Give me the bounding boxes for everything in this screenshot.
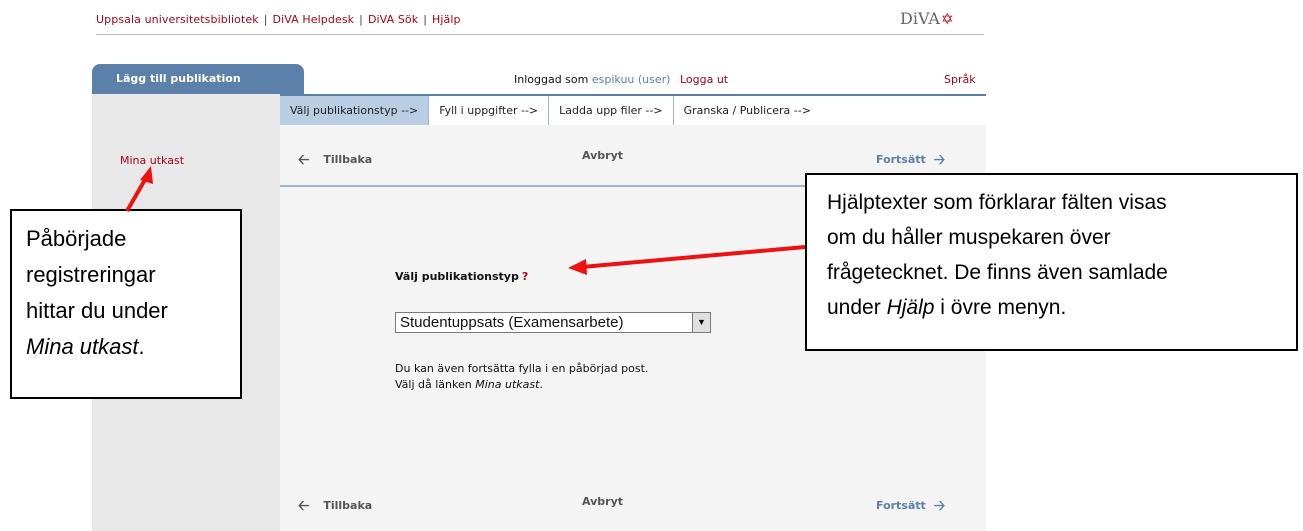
help-question-icon[interactable]: ? bbox=[522, 270, 528, 283]
back-label: Tillbaka bbox=[323, 153, 373, 166]
annotation-drafts-suffix: . bbox=[138, 334, 145, 359]
publication-type-label-text: Välj publikationstyp bbox=[395, 270, 519, 283]
next-label: Fortsätt bbox=[876, 153, 926, 166]
nav-link-helpdesk[interactable]: DiVA Helpdesk bbox=[273, 13, 355, 26]
step-fill-details[interactable]: Fyll i uppgifter --> bbox=[429, 96, 550, 125]
logout-link[interactable]: Logga ut bbox=[680, 73, 728, 86]
arrow-right-icon: 🡢 bbox=[933, 498, 946, 514]
annotation-help-prefix: under bbox=[827, 296, 881, 319]
hint-drafts-link: Mina utkast bbox=[475, 378, 540, 391]
hint-line-1: Du kan även fortsätta fylla i en påbörja… bbox=[395, 362, 649, 375]
drafts-hint: Du kan även fortsätta fylla i en påbörja… bbox=[395, 361, 648, 393]
next-label: Fortsätt bbox=[876, 499, 926, 512]
arrow-right-icon: 🡢 bbox=[933, 152, 946, 168]
step-review-publish[interactable]: Granska / Publicera --> bbox=[674, 96, 821, 125]
username: espikuu (user) bbox=[591, 73, 671, 86]
annotation-drafts: Påbörjade registreringar hittar du under… bbox=[10, 209, 242, 399]
nav-separator: | bbox=[263, 13, 268, 26]
top-divider bbox=[96, 34, 984, 35]
annotation-help: Hjälptexter som förklarar fälten visas o… bbox=[805, 173, 1298, 351]
nav-link-library[interactable]: Uppsala universitetsbibliotek bbox=[96, 13, 259, 26]
arrow-left-icon: 🡠 bbox=[298, 152, 310, 168]
annotation-help-line-1: Hjälptexter som förklarar fälten visas bbox=[827, 191, 1167, 214]
publication-type-label: Välj publikationstyp? bbox=[395, 270, 528, 283]
nav-link-help[interactable]: Hjälp bbox=[432, 13, 461, 26]
annotation-help-suffix: i övre menyn. bbox=[940, 296, 1067, 319]
top-navigation: Uppsala universitetsbibliotek | DiVA Helpd… bbox=[96, 13, 461, 26]
annotation-help-line-2: om du håller muspekaren över bbox=[827, 226, 1111, 249]
back-button[interactable]: 🡠 Tillbaka bbox=[298, 149, 372, 173]
annotation-help-line-4: under Hjälp i övre menyn. bbox=[827, 290, 1296, 325]
arrow-left-icon: 🡠 bbox=[298, 498, 310, 514]
annotation-drafts-line-1: Påbörjade bbox=[26, 226, 127, 251]
step-upload-files[interactable]: Ladda upp filer --> bbox=[549, 96, 674, 125]
publication-type-select[interactable]: Studentuppsats (Examensarbete) ▼ bbox=[395, 312, 711, 333]
logged-in-label: Inloggad som bbox=[514, 73, 589, 86]
next-button-bottom[interactable]: Fortsätt 🡢 bbox=[876, 495, 945, 519]
hint-line-2-suffix: . bbox=[539, 378, 543, 391]
cancel-button-bottom[interactable]: Avbryt bbox=[582, 495, 623, 508]
logo-text: DiVA bbox=[900, 9, 940, 28]
star-of-david-icon: ✡ bbox=[940, 10, 954, 28]
login-status: Inloggad som espikuu (user) Logga ut bbox=[514, 73, 728, 86]
annotation-help-line-3: frågetecknet. De finns även samlade bbox=[827, 261, 1168, 284]
annotation-help-em: Hjälp bbox=[886, 296, 935, 319]
nav-separator: | bbox=[423, 13, 428, 26]
step-choose-type[interactable]: Välj publikationstyp --> bbox=[280, 96, 430, 125]
drafts-link[interactable]: Mina utkast bbox=[120, 154, 184, 167]
nav-link-search[interactable]: DiVA Sök bbox=[368, 13, 418, 26]
nav-row-bottom: 🡠 Tillbaka Avbryt Fortsätt 🡢 bbox=[280, 471, 986, 531]
hint-line-2-prefix: Välj då länken bbox=[395, 378, 472, 391]
annotation-drafts-line-2: registreringar bbox=[26, 262, 156, 287]
annotation-drafts-em: Mina utkast bbox=[26, 334, 139, 359]
annotation-drafts-line-4: Mina utkast. bbox=[26, 329, 240, 365]
workflow-steps: Välj publikationstyp --> Fyll i uppgifte… bbox=[280, 96, 821, 125]
diva-logo: DiVA✡ bbox=[900, 9, 954, 28]
language-link[interactable]: Språk bbox=[944, 73, 976, 86]
cancel-button[interactable]: Avbryt bbox=[582, 149, 623, 162]
tab-add-publication[interactable]: Lägg till publikation bbox=[92, 64, 304, 94]
dropdown-arrow-icon[interactable]: ▼ bbox=[692, 313, 710, 332]
next-button[interactable]: Fortsätt 🡢 bbox=[876, 149, 945, 173]
annotation-drafts-line-3: hittar du under bbox=[26, 298, 168, 323]
back-label: Tillbaka bbox=[323, 499, 373, 512]
select-value: Studentuppsats (Examensarbete) bbox=[400, 314, 624, 331]
hint-line-2: Välj då länken Mina utkast. bbox=[395, 377, 648, 393]
back-button-bottom[interactable]: 🡠 Tillbaka bbox=[298, 495, 372, 519]
nav-separator: | bbox=[359, 13, 363, 26]
